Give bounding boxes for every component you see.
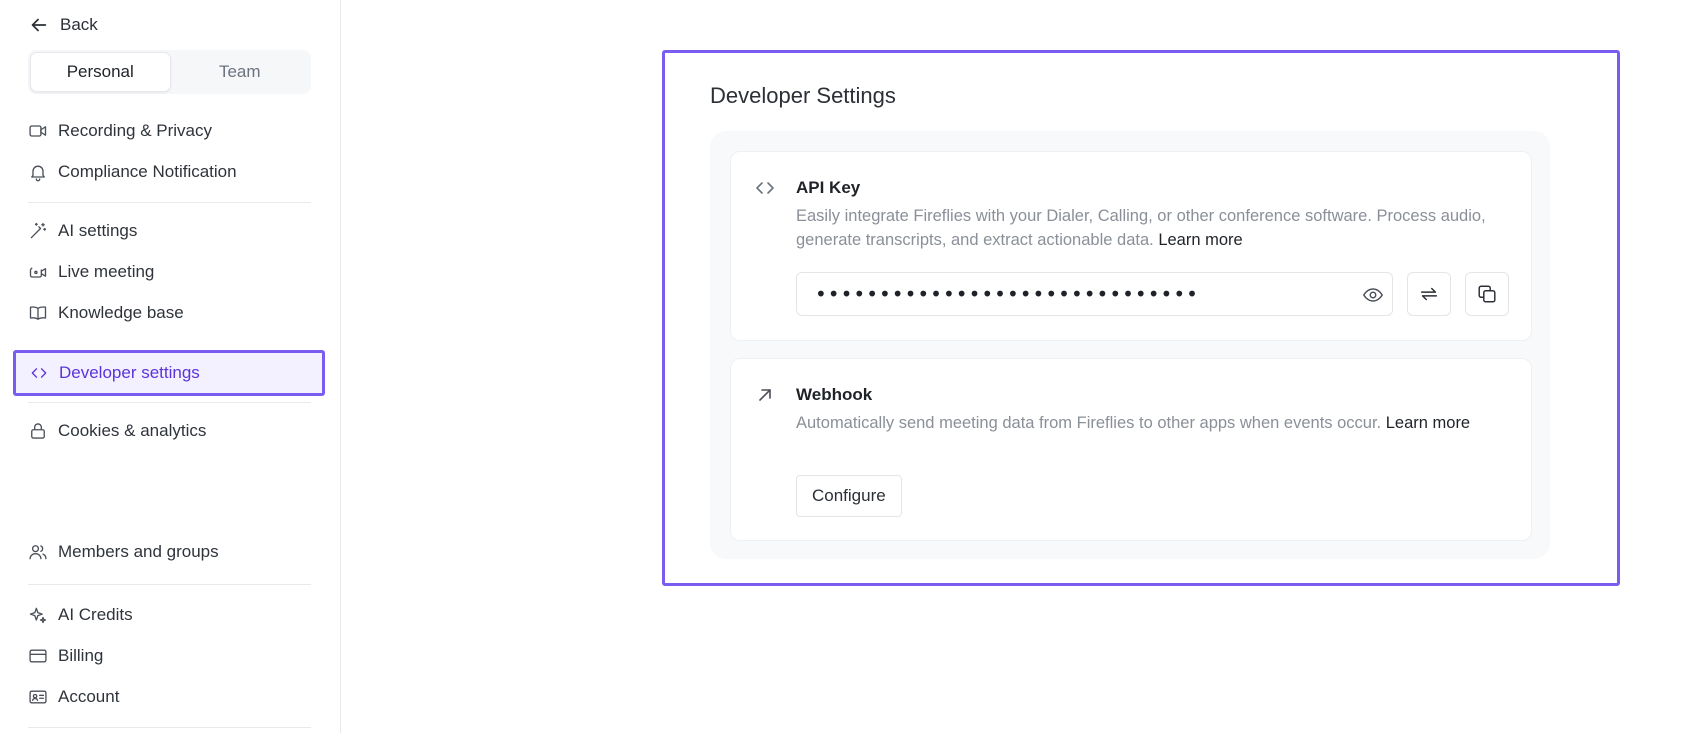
sidebar-item-billing[interactable]: Billing <box>28 641 311 671</box>
copy-key-button[interactable] <box>1465 272 1509 316</box>
video-icon <box>29 125 47 137</box>
webhook-description: Automatically send meeting data from Fir… <box>796 414 1471 432</box>
credit-card-icon <box>29 649 47 663</box>
sidebar-item-ai-credits[interactable]: AI Credits <box>28 600 311 630</box>
settings-container: API Key Easily integrate Fireflies with … <box>710 131 1550 559</box>
arrow-up-right-icon <box>759 389 771 401</box>
tab-personal[interactable]: Personal <box>30 52 171 92</box>
code-icon <box>31 368 47 378</box>
tab-team[interactable]: Team <box>171 52 310 92</box>
id-card-icon <box>29 690 47 704</box>
webhook-learn-more-link[interactable]: Learn more <box>1386 414 1470 432</box>
users-icon <box>29 545 47 560</box>
sidebar-divider <box>28 584 311 585</box>
copy-icon <box>1478 285 1496 303</box>
sidebar-item-developer-settings[interactable]: Developer settings <box>13 350 325 396</box>
arrow-left-icon <box>31 18 47 32</box>
sparkle-icon <box>29 607 47 624</box>
magic-wand-icon <box>30 222 47 239</box>
sidebar-divider <box>28 202 311 203</box>
api-key-value: •••••••••••••••••••••••••••••• <box>815 282 1199 306</box>
sidebar-divider <box>28 402 311 403</box>
personal-team-switch: Personal Team <box>28 50 311 94</box>
configure-button[interactable]: Configure <box>796 475 902 517</box>
api-key-description: Easily integrate Fireflies with your Dia… <box>796 207 1486 249</box>
api-key-title: API Key <box>796 178 861 197</box>
webhook-card: Webhook Automatically send meeting data … <box>730 358 1532 541</box>
api-key-card: API Key Easily integrate Fireflies with … <box>730 151 1532 341</box>
webhook-title: Webhook <box>796 385 873 404</box>
book-icon <box>29 306 47 320</box>
refresh-arrows-icon <box>1420 287 1438 301</box>
sidebar-item-account[interactable]: Account <box>28 682 311 712</box>
sidebar: Back Personal Team Recording & Privacy C… <box>0 0 341 733</box>
api-key-field[interactable]: •••••••••••••••••••••••••••••• <box>796 272 1393 316</box>
sidebar-item-recording-privacy[interactable]: Recording & Privacy <box>28 116 311 146</box>
code-icon <box>756 182 774 194</box>
sidebar-item-live-meeting[interactable]: Live meeting <box>28 257 311 287</box>
lock-icon <box>31 423 45 439</box>
page-title: Developer Settings <box>710 83 896 108</box>
sidebar-divider <box>28 727 311 728</box>
developer-settings-panel: Developer Settings API Key Easily integr… <box>662 50 1620 586</box>
eye-icon[interactable] <box>1362 284 1384 306</box>
bell-icon <box>31 165 45 182</box>
api-key-learn-more-link[interactable]: Learn more <box>1158 231 1242 249</box>
sidebar-item-cookies-analytics[interactable]: Cookies & analytics <box>28 416 311 446</box>
back-label: Back <box>60 15 98 34</box>
back-button[interactable]: Back <box>28 12 98 38</box>
sidebar-item-knowledge-base[interactable]: Knowledge base <box>28 298 311 328</box>
sidebar-item-compliance-notification[interactable]: Compliance Notification <box>28 157 311 187</box>
live-video-icon <box>29 267 47 278</box>
sidebar-item-ai-settings[interactable]: AI settings <box>28 216 311 246</box>
sidebar-item-members-groups[interactable]: Members and groups <box>28 537 311 567</box>
regenerate-key-button[interactable] <box>1407 272 1451 316</box>
